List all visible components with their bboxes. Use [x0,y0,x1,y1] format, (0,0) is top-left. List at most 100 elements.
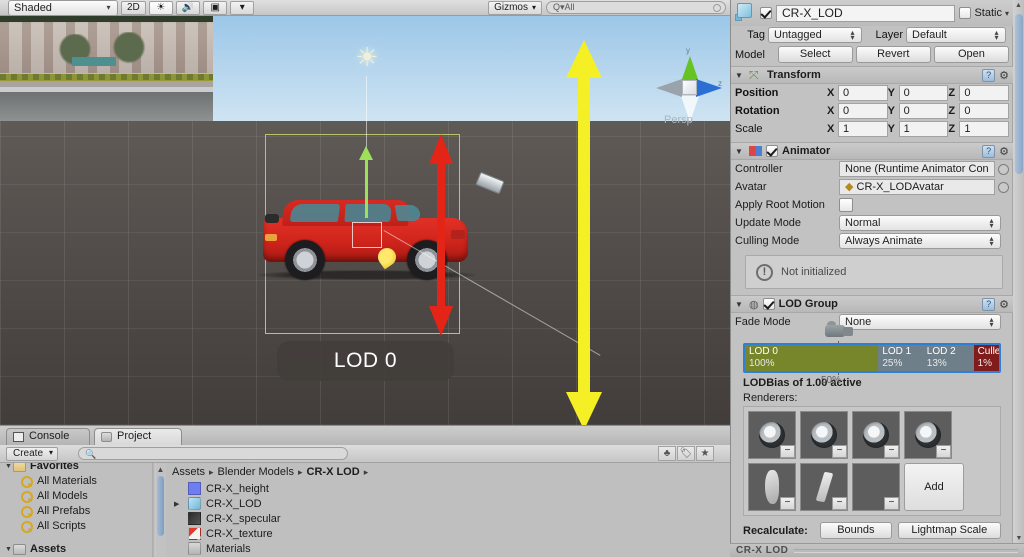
remove-renderer-button[interactable]: − [832,445,847,458]
move-handle-y-icon[interactable] [359,146,373,218]
camera-icon[interactable] [821,321,855,343]
renderer-thumb[interactable]: − [800,411,848,459]
twirl-icon[interactable]: ▼ [4,463,13,474]
scale-z-input[interactable]: 1 [959,121,1010,137]
project-tree[interactable]: ▼ Favorites All Materials All Models All… [0,463,152,557]
projection-mode-label[interactable]: Persp [664,114,693,126]
draw-mode-dropdown[interactable]: Shaded ▾ [8,0,118,16]
orientation-cube-icon[interactable] [682,80,697,95]
scale-y-input[interactable]: 1 [898,121,949,137]
scene-orientation-gizmo[interactable]: y z Persp [648,46,730,132]
breadcrumb-item-blender-models[interactable]: Blender Models [218,466,294,478]
twirl-icon[interactable]: ▶ [174,500,179,508]
help-icon[interactable]: ? [982,297,996,311]
rotation-y-input[interactable]: 0 [898,103,949,119]
gameobject-active-checkbox[interactable] [760,7,772,19]
scene-fx-dropdown[interactable]: ▾ [230,0,255,15]
scene-fx-toggle[interactable]: ▣ [203,0,228,15]
asset-row[interactable]: CR-X_height [166,481,730,496]
static-checkbox[interactable] [959,7,972,19]
position-z-input[interactable]: 0 [959,85,1010,101]
culling-mode-dropdown[interactable]: Always Animate ▴ ▾ [839,233,1001,249]
lod-segment-2[interactable]: LOD 2 13% [922,345,974,371]
scene-viewport[interactable]: ☀ LOD 0 y z Persp [0,16,730,425]
position-x-input[interactable]: 0 [838,85,888,101]
tree-item-favorites[interactable]: ▼ Favorites [0,463,152,474]
object-picker-icon[interactable] [998,163,1009,175]
foldout-icon[interactable]: ▼ [735,71,745,80]
lod-segment-0[interactable]: LOD 0 100% [745,345,879,371]
recalculate-bounds-button[interactable]: Bounds [820,522,892,539]
scrollbar-thumb[interactable] [1015,14,1023,174]
foldout-icon[interactable]: ▼ [735,300,745,309]
asset-row[interactable]: Materials [166,541,730,556]
toggle-2d-button[interactable]: 2D [121,0,146,15]
fade-mode-dropdown[interactable]: None ▴ ▾ [839,314,1001,330]
breadcrumb-item-crx-lod[interactable]: CR-X LOD [307,466,360,478]
asset-row[interactable]: ▶ CR-X_LOD [166,496,730,511]
lod-levels-bar[interactable]: LOD 0 100% LOD 1 25% LOD 2 13% Culle 1% [743,343,1001,373]
remove-renderer-button[interactable]: − [936,445,951,458]
filter-label-icon[interactable]: 🏷 [677,446,695,461]
layer-dropdown[interactable]: Default ▴ ▾ [906,27,1006,43]
remove-renderer-button[interactable]: − [884,445,899,458]
renderer-thumb-empty[interactable]: − [852,463,900,511]
tab-project[interactable]: Project [94,428,182,445]
transform-component-header[interactable]: ▼ ⤧ Transform ? ⚙ [731,66,1013,84]
lodgroup-enabled-checkbox[interactable] [762,298,775,310]
remove-renderer-button[interactable]: − [832,497,847,510]
renderer-thumb[interactable]: − [852,411,900,459]
add-renderer-button[interactable]: Add [904,463,964,511]
renderer-thumb[interactable]: − [748,463,796,511]
gameobject-name-input[interactable]: CR-X_LOD [776,4,956,22]
scroll-up-icon[interactable]: ▲ [156,465,165,474]
animator-enabled-checkbox[interactable] [766,145,778,157]
gear-icon[interactable]: ⚙ [999,145,1009,158]
apply-root-motion-checkbox[interactable] [839,198,853,212]
lod-segment-1[interactable]: LOD 1 25% [878,345,923,371]
project-contents[interactable]: Assets ▸ Blender Models ▸ CR-X LOD ▸ CR-… [166,463,730,557]
twirl-icon[interactable]: ▼ [4,542,13,557]
axis-cone-negz-icon[interactable] [656,79,682,97]
renderer-thumb[interactable]: − [800,463,848,511]
tree-item-all-models[interactable]: All Models [0,489,152,504]
scrollbar-thumb[interactable] [157,476,164,536]
tree-item-all-scripts[interactable]: All Scripts [0,519,152,534]
rotation-z-input[interactable]: 0 [959,103,1010,119]
gear-icon[interactable]: ⚙ [999,298,1009,311]
tree-item-all-prefabs[interactable]: All Prefabs [0,504,152,519]
asset-row[interactable]: CR-X_texture [166,526,730,541]
gizmo-plane-handle[interactable] [352,222,382,248]
inspector-scrollbar[interactable]: ▲ ▼ [1012,0,1024,545]
position-y-input[interactable]: 0 [898,85,949,101]
breadcrumb-item-assets[interactable]: Assets [172,466,205,478]
rotation-x-input[interactable]: 0 [838,103,888,119]
help-icon[interactable]: ? [982,144,996,158]
filter-type-icon[interactable]: ♣ [658,446,676,461]
lodgroup-component-header[interactable]: ▼ ◍ LOD Group ? ⚙ [731,295,1013,313]
scene-lighting-toggle[interactable]: ☀ [148,0,173,15]
controller-object-field[interactable]: None (Runtime Animator Con [839,161,995,177]
create-button[interactable]: Create [6,446,59,461]
model-revert-button[interactable]: Revert [855,46,931,63]
remove-renderer-button[interactable]: − [780,497,795,510]
foldout-icon[interactable]: ▼ [735,147,745,156]
gizmos-dropdown[interactable]: Gizmos ▾ [488,0,542,15]
scroll-up-icon[interactable]: ▲ [1013,0,1024,12]
renderer-thumb[interactable]: − [904,411,952,459]
scene-audio-toggle[interactable]: 🔊 [175,0,201,15]
project-search-input[interactable]: 🔍 [78,447,349,460]
remove-renderer-button[interactable]: − [884,497,899,510]
model-select-button[interactable]: Select [777,46,853,63]
asset-row[interactable]: CR-X_specular [166,511,730,526]
update-mode-dropdown[interactable]: Normal ▴ ▾ [839,215,1001,231]
lod-slider[interactable]: LOD 0 100% LOD 1 25% LOD 2 13% Culle 1% [743,321,1003,386]
lod-segment-culled[interactable]: Culle 1% [973,345,999,371]
gear-icon[interactable]: ⚙ [999,69,1009,82]
object-picker-icon[interactable] [998,181,1009,193]
animator-component-header[interactable]: ▼ Animator ? ⚙ [731,142,1013,160]
avatar-object-field[interactable]: ◆ CR-X_LODAvatar [839,179,995,195]
help-icon[interactable]: ? [982,68,996,82]
tree-item-assets[interactable]: ▼ Assets [0,542,152,557]
directional-light-gizmo-icon[interactable]: ☀ [352,42,382,72]
